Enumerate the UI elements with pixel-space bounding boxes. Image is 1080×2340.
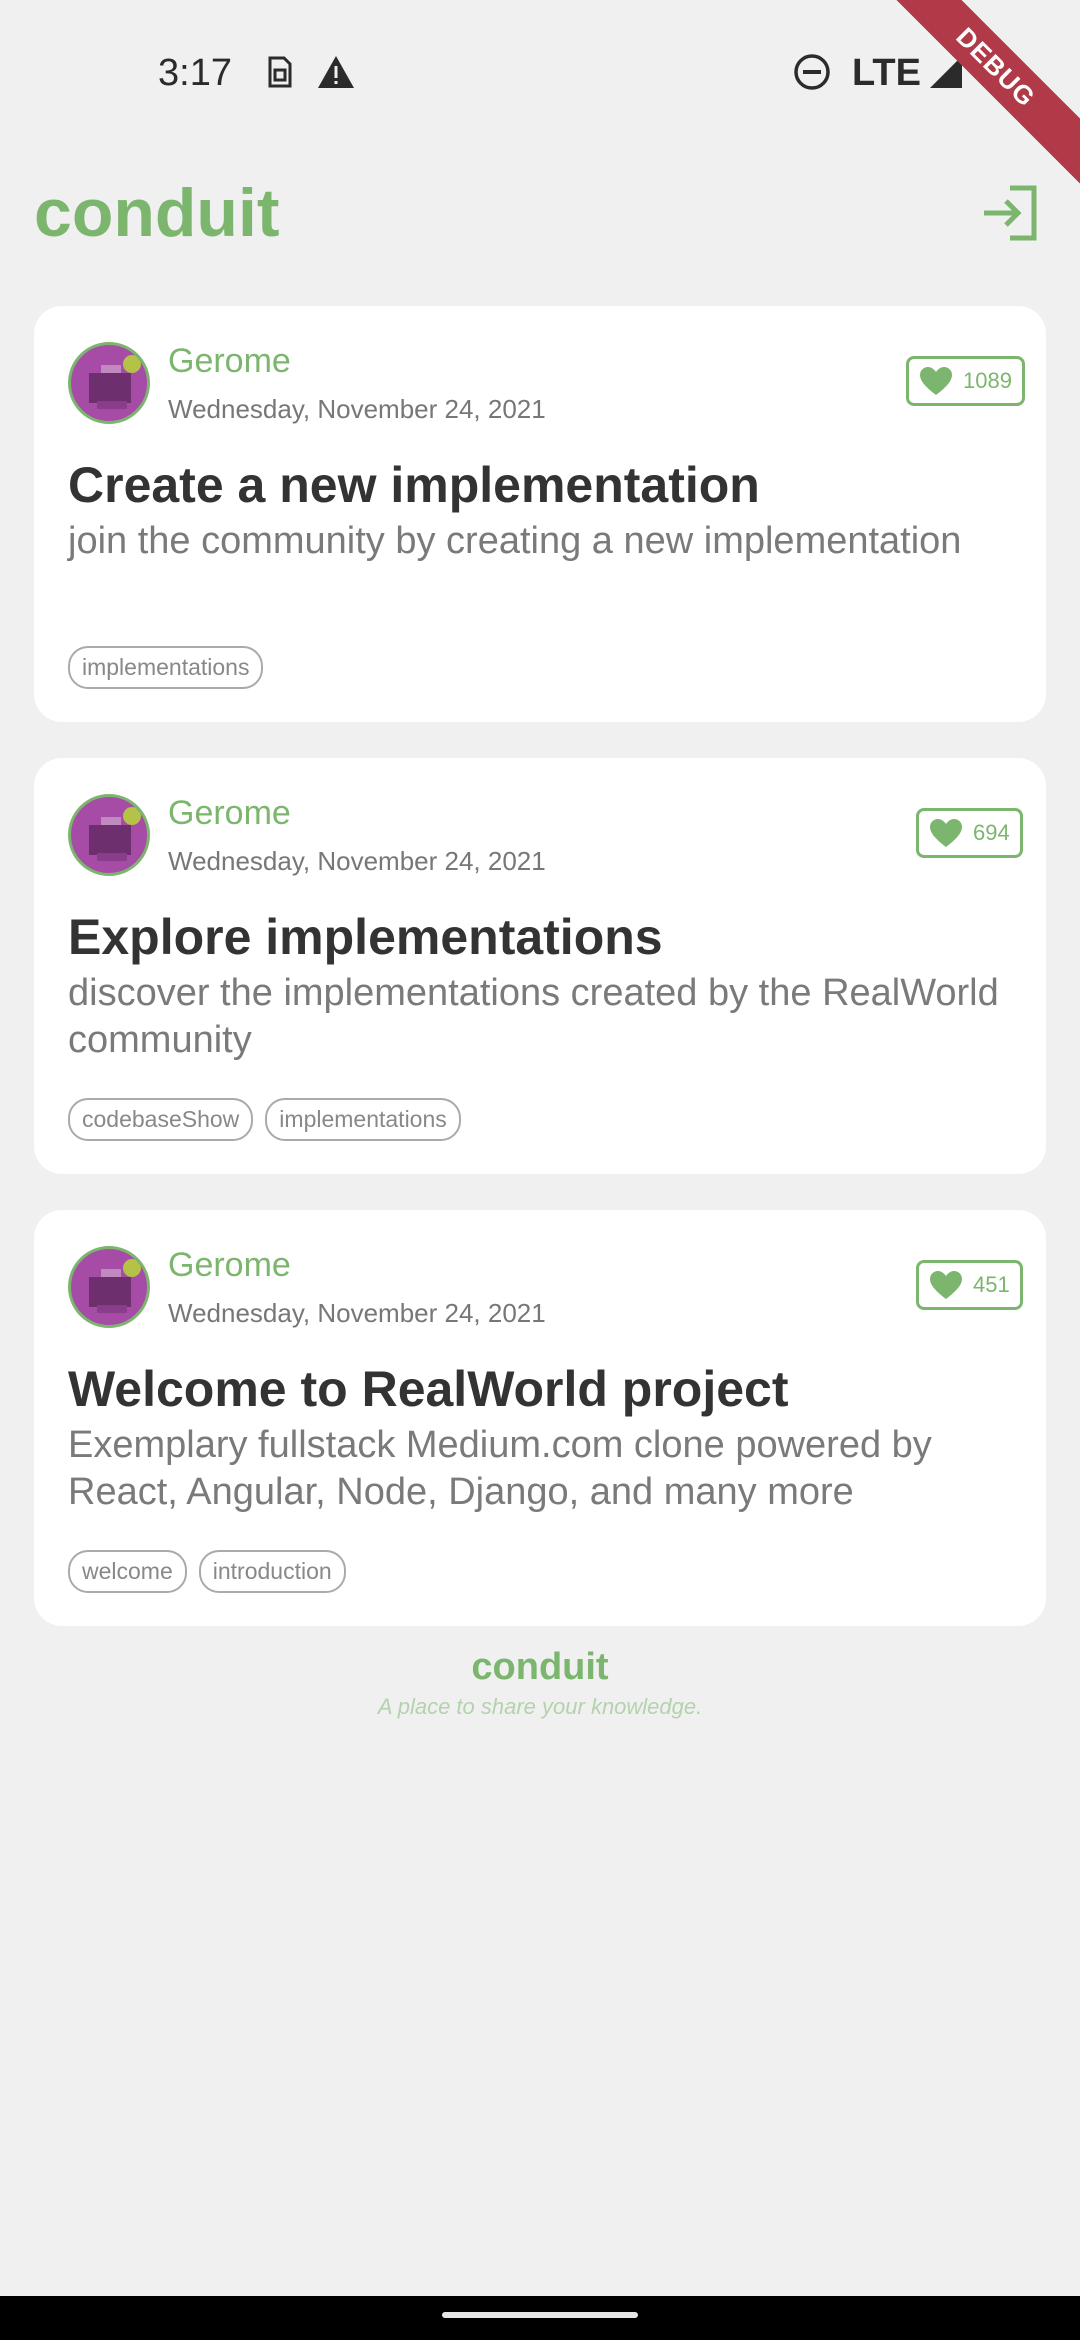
author-name[interactable]: Gerome	[168, 794, 291, 833]
tag[interactable]: codebaseShow	[68, 1098, 254, 1141]
avatar[interactable]	[68, 794, 150, 876]
avatar[interactable]	[68, 1246, 150, 1328]
article-title[interactable]: Explore implementations	[68, 908, 1018, 966]
article-card[interactable]: Gerome Wednesday, November 24, 2021 451 …	[34, 1210, 1046, 1626]
heart-icon	[930, 819, 962, 847]
tag[interactable]: welcome	[68, 1550, 187, 1593]
tag[interactable]: implementations	[68, 646, 264, 689]
avatar[interactable]	[68, 342, 150, 424]
like-button[interactable]: 1089	[906, 356, 1025, 406]
tag-list: welcome introduction	[68, 1550, 346, 1593]
status-time: 3:17	[158, 52, 232, 94]
author-name[interactable]: Gerome	[168, 342, 291, 381]
app-title: conduit	[34, 175, 280, 251]
sim-card-icon	[268, 56, 292, 88]
like-count: 451	[973, 1272, 1010, 1297]
network-type: LTE	[852, 52, 921, 94]
article-title[interactable]: Create a new implementation	[68, 456, 1018, 514]
like-button[interactable]: 451	[916, 1260, 1023, 1310]
tag[interactable]: introduction	[198, 1550, 346, 1593]
article-date: Wednesday, November 24, 2021	[168, 846, 546, 876]
warning-icon	[318, 56, 354, 88]
tag-list: codebaseShow implementations	[68, 1098, 461, 1141]
article-card[interactable]: Gerome Wednesday, November 24, 2021 694 …	[34, 758, 1046, 1174]
article-title[interactable]: Welcome to RealWorld project	[68, 1360, 1018, 1418]
heart-icon	[930, 1271, 962, 1299]
article-description: discover the implementations created by …	[68, 972, 999, 1061]
article-description: join the community by creating a new imp…	[68, 520, 962, 562]
system-navigation-bar	[0, 2296, 1080, 2340]
tag-list: implementations	[68, 646, 264, 689]
article-description: Exemplary fullstack Medium.com clone pow…	[68, 1424, 932, 1513]
like-button[interactable]: 694	[916, 808, 1023, 858]
article-card[interactable]: Gerome Wednesday, November 24, 2021 1089…	[34, 306, 1046, 722]
footer-brand: conduit	[471, 1646, 609, 1688]
footer-tagline: A place to share your knowledge.	[377, 1694, 703, 1719]
login-icon[interactable]	[978, 180, 1044, 246]
heart-icon	[920, 367, 952, 395]
like-count: 1089	[963, 368, 1012, 393]
app-bar: conduit	[0, 150, 1080, 300]
article-date: Wednesday, November 24, 2021	[168, 394, 546, 424]
do-not-disturb-icon	[794, 54, 830, 90]
home-gesture-handle[interactable]	[442, 2312, 638, 2318]
author-name[interactable]: Gerome	[168, 1246, 291, 1285]
like-count: 694	[973, 820, 1010, 845]
article-date: Wednesday, November 24, 2021	[168, 1298, 546, 1328]
tag[interactable]: implementations	[265, 1098, 461, 1141]
